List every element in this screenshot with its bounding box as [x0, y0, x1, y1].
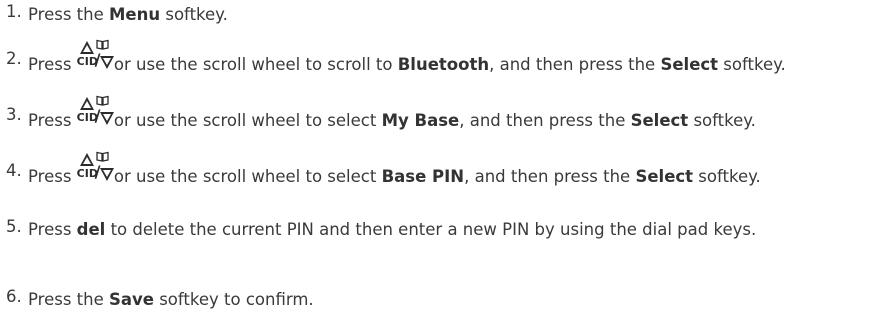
step-text-part: Press: [28, 167, 77, 186]
phonebook-icon: [96, 95, 109, 106]
step-text: Press del to delete the current PIN and …: [28, 217, 868, 243]
step-text-part: softkey to confirm.: [153, 290, 314, 309]
nav-up-down-key-icon: CID /: [77, 151, 114, 187]
step-text: Press the Save softkey to confirm.: [28, 287, 868, 313]
step-text-part: Press the: [28, 290, 109, 309]
save-softkey-label: Save: [109, 290, 154, 309]
bluetooth-label: Bluetooth: [397, 55, 490, 74]
up-arrow-icon: [79, 153, 94, 166]
step-text-part: to delete the current PIN and then enter…: [105, 220, 757, 239]
phonebook-icon: [96, 151, 109, 162]
down-arrow-icon: [99, 168, 114, 181]
nav-up-down-key-icon: CID /: [77, 95, 114, 131]
step-text-part: Press the: [28, 5, 109, 24]
step-number: 6.: [6, 287, 22, 306]
step-text-part: Press: [28, 55, 77, 74]
select-softkey-label: Select: [630, 111, 689, 130]
step-text-part: , and then press the: [489, 55, 661, 74]
step-text-part: or use the scroll wheel to scroll to: [108, 55, 398, 74]
step-text-part: softkey.: [718, 55, 786, 74]
step-number: 4.: [6, 161, 22, 180]
step-text-part: or use the scroll wheel to select: [108, 167, 382, 186]
step-text-part: softkey.: [160, 5, 228, 24]
step-text-part: or use the scroll wheel to select: [108, 111, 382, 130]
select-softkey-label: Select: [635, 167, 694, 186]
my-base-label: My Base: [381, 111, 460, 130]
step-text-part: , and then press the: [464, 167, 636, 186]
phonebook-icon: [96, 39, 109, 50]
step-text-part: , and then press the: [459, 111, 631, 130]
step-6: 6. Press the Save softkey to confirm.: [6, 287, 868, 313]
step-text-part: softkey.: [693, 167, 761, 186]
step-number: 1.: [6, 2, 22, 21]
down-arrow-icon: [99, 56, 114, 69]
step-number: 3.: [6, 105, 22, 124]
menu-softkey-label: Menu: [109, 5, 161, 24]
base-pin-label: Base PIN: [381, 167, 465, 186]
step-3: 3. Press CID / or use the scroll wheel to…: [6, 95, 868, 134]
step-text-part: Press: [28, 220, 77, 239]
step-number: 2.: [6, 49, 22, 68]
nav-up-down-key-icon: CID /: [77, 39, 114, 75]
up-arrow-icon: [79, 41, 94, 54]
step-2: 2. Press CID / or use the scroll wheel to…: [6, 39, 868, 78]
step-text: Press the Menu softkey.: [28, 2, 868, 28]
step-5: 5. Press del to delete the current PIN a…: [6, 217, 868, 243]
step-1: 1. Press the Menu softkey.: [6, 2, 868, 28]
step-number: 5.: [6, 217, 22, 236]
step-4: 4. Press CID / or use the scroll wheel to…: [6, 151, 868, 190]
del-key-label: del: [76, 220, 106, 239]
step-text: Press CID / or use the scroll wheel to sc…: [28, 39, 868, 78]
step-text: Press CID / or use the scroll wheel to se…: [28, 95, 868, 134]
down-arrow-icon: [99, 112, 114, 125]
select-softkey-label: Select: [660, 55, 719, 74]
up-arrow-icon: [79, 97, 94, 110]
step-text-part: Press: [28, 111, 77, 130]
step-text-part: softkey.: [688, 111, 756, 130]
step-text: Press CID / or use the scroll wheel to se…: [28, 151, 868, 190]
